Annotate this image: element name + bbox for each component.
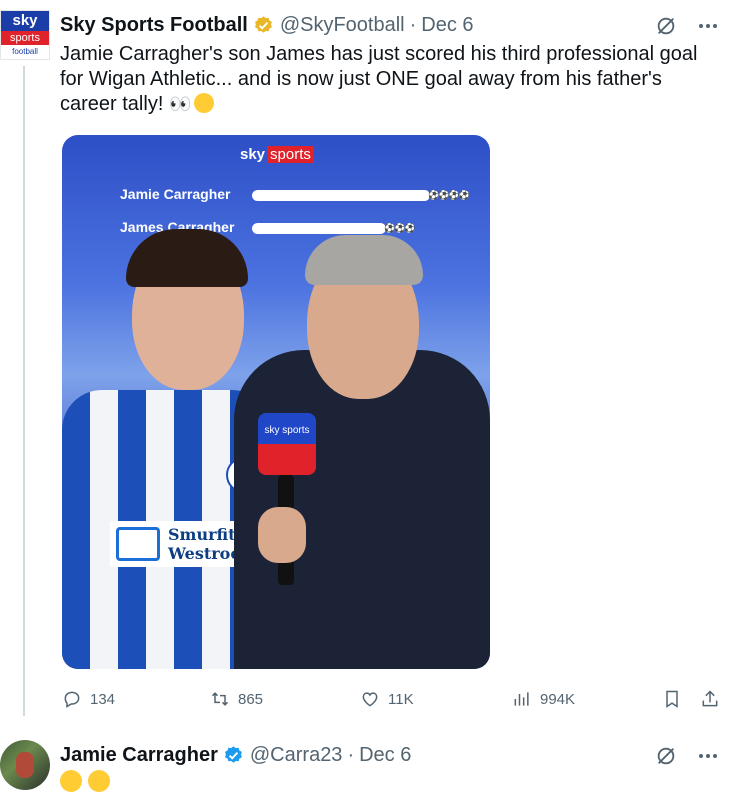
share-icon bbox=[702, 690, 718, 707]
verified-blue-icon bbox=[224, 745, 242, 763]
tweet-top-icons bbox=[654, 14, 720, 38]
reply-icon bbox=[64, 691, 80, 708]
tweet-date[interactable]: Dec 6 bbox=[359, 744, 411, 767]
sponsor-mark-icon bbox=[116, 527, 160, 561]
share-button[interactable] bbox=[700, 689, 720, 709]
tweet-sky-sports[interactable]: sky sports football Sky Sports Football … bbox=[0, 0, 730, 730]
views-count: 994K bbox=[540, 690, 576, 708]
views-button[interactable]: 994K bbox=[512, 689, 575, 709]
separator-dot: · bbox=[409, 13, 417, 36]
like-count: 11K bbox=[388, 690, 414, 708]
avatar-figure bbox=[16, 752, 34, 778]
mic-text: sky sports bbox=[264, 425, 310, 436]
bar-james bbox=[252, 223, 386, 234]
avatar-sky-text: sky bbox=[1, 11, 49, 31]
avatar[interactable] bbox=[0, 740, 50, 790]
tweet-text-body: Jamie Carragher's son James has just sco… bbox=[60, 43, 698, 115]
avatar-football-text: football bbox=[12, 47, 38, 56]
reply-count: 134 bbox=[90, 690, 116, 708]
player-hair bbox=[126, 229, 248, 287]
media-logo-sports: sports bbox=[267, 146, 314, 163]
bookmark-icon bbox=[666, 690, 678, 708]
eyes-emoji-icon: 👀 bbox=[168, 94, 191, 114]
tweet-text bbox=[60, 770, 110, 795]
laughing-emoji-icon bbox=[60, 770, 82, 792]
tweet-header: Sky Sports Football @SkyFootball · Dec 6 bbox=[60, 12, 474, 38]
bar-jamie bbox=[252, 190, 430, 201]
tweet-top-icons bbox=[654, 744, 720, 768]
grok-icon[interactable] bbox=[654, 14, 678, 38]
goal-balls-jamie-icon: ⚽⚽⚽⚽ bbox=[428, 190, 470, 200]
like-button[interactable]: 11K bbox=[360, 689, 414, 709]
tweet-jamie-carragher[interactable]: Jamie Carragher @Carra23 · Dec 6 bbox=[0, 730, 730, 801]
more-icon[interactable] bbox=[696, 744, 720, 768]
reply-button[interactable]: 134 bbox=[62, 689, 115, 709]
avatar-sports-text: sports bbox=[1, 31, 49, 45]
pundit-hair bbox=[305, 235, 423, 285]
avatar[interactable]: sky sports football bbox=[0, 10, 50, 60]
verified-gold-icon bbox=[254, 15, 272, 33]
laughing-emoji-icon bbox=[87, 770, 110, 792]
separator-dot: · bbox=[347, 743, 355, 766]
handle[interactable]: @SkyFootball bbox=[280, 14, 405, 37]
repost-count: 865 bbox=[238, 690, 264, 708]
microphone-flag: sky sports bbox=[258, 413, 316, 475]
display-name[interactable]: Jamie Carragher bbox=[60, 744, 218, 767]
tweet-header: Jamie Carragher @Carra23 · Dec 6 bbox=[60, 742, 411, 768]
pundit-hand bbox=[258, 507, 306, 563]
heart-icon bbox=[362, 692, 378, 707]
bar-label-jamie: Jamie Carragher bbox=[120, 186, 231, 202]
views-icon bbox=[514, 692, 529, 706]
sweat-smile-emoji-icon bbox=[193, 93, 214, 113]
tweet-text: Jamie Carragher's son James has just sco… bbox=[60, 42, 720, 117]
tweet-actions: 134 865 11K 994K bbox=[60, 686, 725, 712]
more-icon[interactable] bbox=[696, 14, 720, 38]
display-name[interactable]: Sky Sports Football bbox=[60, 14, 248, 37]
grok-icon[interactable] bbox=[654, 744, 678, 768]
media-logo-sky: sky bbox=[240, 146, 266, 163]
tweet-media-image[interactable]: sky sports Jamie Carragher ⚽⚽⚽⚽ James Car… bbox=[62, 135, 490, 669]
repost-button[interactable]: 865 bbox=[210, 689, 263, 709]
handle[interactable]: @Carra23 bbox=[250, 744, 343, 767]
goal-balls-james-icon: ⚽⚽⚽ bbox=[384, 223, 416, 233]
bookmark-button[interactable] bbox=[662, 689, 682, 709]
tweet-date[interactable]: Dec 6 bbox=[421, 14, 473, 37]
media-sky-sports-logo: sky sports bbox=[240, 146, 314, 163]
repost-icon bbox=[211, 692, 229, 706]
thread-line bbox=[23, 66, 25, 716]
